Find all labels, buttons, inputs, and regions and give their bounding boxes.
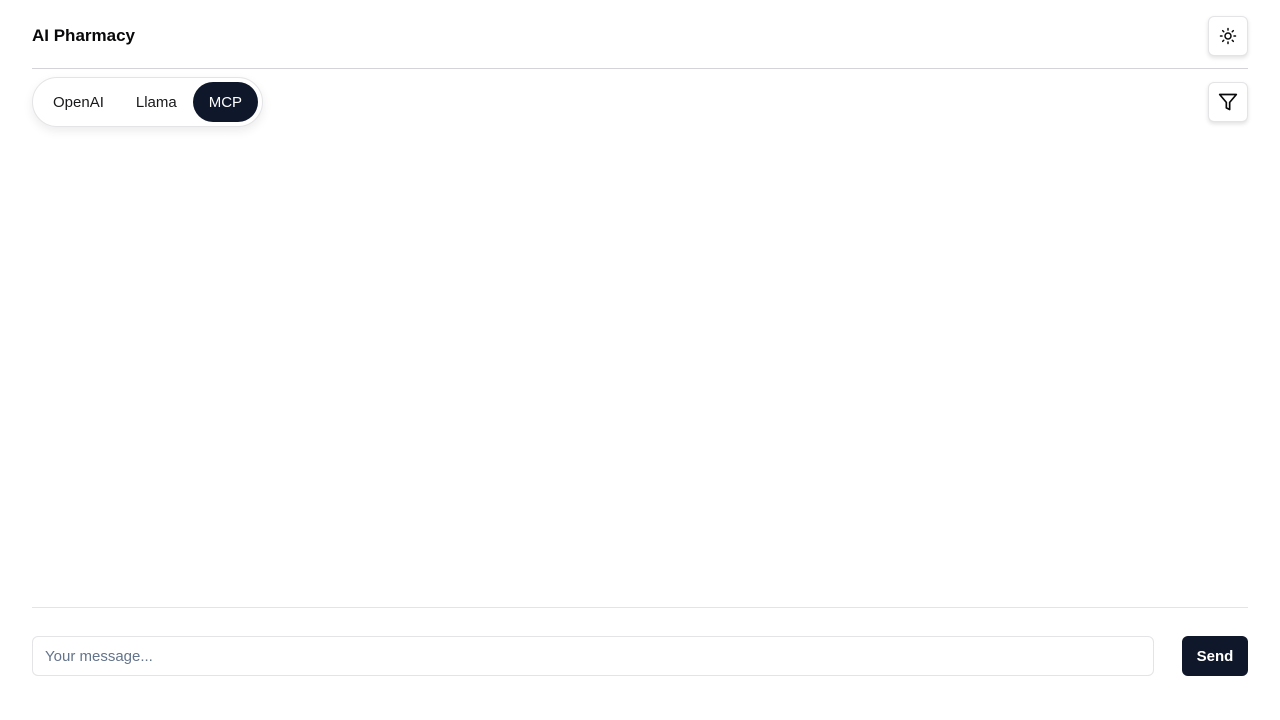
tab-openai[interactable]: OpenAI [37, 82, 120, 122]
send-button[interactable]: Send [1182, 636, 1248, 676]
message-input[interactable] [32, 636, 1154, 676]
tab-llama[interactable]: Llama [120, 82, 193, 122]
filter-button[interactable] [1208, 82, 1248, 122]
tab-mcp[interactable]: MCP [192, 82, 259, 122]
sun-icon [1219, 27, 1237, 45]
message-list [32, 140, 1248, 606]
app-root: AI Pharmacy OpenAI Llama MCP Sen [0, 0, 1280, 720]
composer: Send [32, 607, 1248, 720]
model-tabs: OpenAI Llama MCP [32, 77, 264, 127]
filter-icon [1218, 93, 1238, 111]
header: AI Pharmacy [32, 0, 1248, 69]
theme-toggle-button[interactable] [1208, 16, 1248, 56]
app-title: AI Pharmacy [32, 26, 135, 45]
